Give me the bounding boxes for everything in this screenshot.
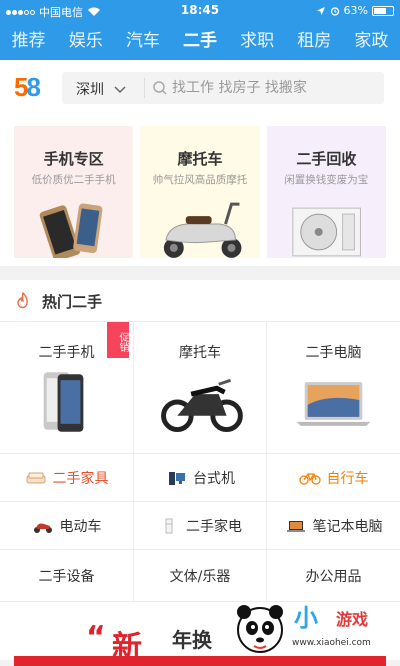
city-selector[interactable]: 深圳 bbox=[76, 79, 126, 99]
category-bicycle[interactable]: 自行车 bbox=[267, 454, 400, 502]
battery-percent: 63% bbox=[343, 4, 368, 17]
tab-cars[interactable]: 汽车 bbox=[122, 27, 164, 55]
tab-housekeeping[interactable]: 家政 bbox=[350, 27, 392, 55]
category-label: 二手家电 bbox=[186, 518, 242, 535]
category-label: 二手设备 bbox=[38, 568, 95, 585]
laptop-image bbox=[296, 382, 371, 426]
tab-recommend[interactable]: 推荐 bbox=[8, 27, 50, 55]
category-label: 办公用品 bbox=[305, 568, 362, 585]
category-label: 二手电脑 bbox=[305, 345, 362, 361]
category-sports-instruments[interactable]: 文体/乐器 bbox=[134, 550, 267, 602]
tab-rental[interactable]: 租房 bbox=[293, 27, 335, 55]
section-title: 热门二手 bbox=[42, 293, 103, 311]
status-right: 63% bbox=[316, 4, 394, 17]
fire-icon bbox=[17, 292, 28, 309]
tab-entertainment[interactable]: 娱乐 bbox=[65, 27, 107, 55]
fridge-icon bbox=[165, 518, 173, 533]
category-equipment[interactable]: 二手设备 bbox=[0, 550, 134, 602]
sofa-icon bbox=[26, 472, 45, 483]
promo-subtitle: 帅气拉风高品质摩托 bbox=[152, 174, 248, 186]
category-office-supplies[interactable]: 办公用品 bbox=[267, 550, 400, 602]
chevron-down-icon bbox=[114, 86, 126, 94]
promo-card-motorcycles[interactable]: 摩托车 帅气拉风高品质摩托 bbox=[140, 126, 260, 258]
watermark-url: www.xiaohei.com bbox=[292, 638, 371, 648]
promo-card-recycling[interactable]: 二手回收 闲置换钱变废为宝 bbox=[266, 126, 386, 258]
category-label: 摩托车 bbox=[179, 345, 221, 361]
status-bar: 中国电信 18:45 63% bbox=[0, 0, 400, 22]
motorcycle-image bbox=[161, 378, 243, 433]
category-notebook[interactable]: 笔记本电脑 bbox=[267, 502, 400, 550]
search-bar: 58 深圳 bbox=[0, 60, 400, 116]
promo-card-phones[interactable]: 手机专区 低价质优二手手机 bbox=[14, 126, 134, 258]
top-header: 中国电信 18:45 63% 推荐 娱乐 汽车 二手 求职 租房 家政 bbox=[0, 0, 400, 60]
battery-icon bbox=[372, 5, 394, 16]
category-label: 笔记本电脑 bbox=[312, 518, 383, 535]
search-input[interactable] bbox=[172, 76, 372, 100]
promo-badge: 促销 bbox=[107, 322, 129, 358]
bicycle-icon bbox=[298, 472, 321, 485]
panda-mascot-icon bbox=[237, 605, 283, 653]
category-tabs: 推荐 娱乐 汽车 二手 求职 租房 家政 bbox=[0, 26, 400, 56]
tab-jobs[interactable]: 求职 bbox=[236, 27, 278, 55]
watermark-brand-suffix: 游戏 bbox=[336, 610, 369, 629]
app-logo[interactable]: 58 bbox=[14, 72, 41, 103]
search-icon bbox=[153, 81, 167, 95]
city-label: 深圳 bbox=[76, 82, 104, 98]
category-label: 自行车 bbox=[326, 470, 369, 487]
section-header: 热门二手 bbox=[0, 280, 400, 322]
alarm-icon bbox=[330, 6, 339, 16]
watermark-brand: 小 bbox=[294, 604, 318, 632]
promo-title: 摩托车 bbox=[177, 150, 223, 168]
category-label: 台式机 bbox=[193, 470, 235, 487]
promo-subtitle: 低价质优二手手机 bbox=[31, 174, 116, 186]
scooter-image bbox=[164, 202, 242, 258]
desktop-icon bbox=[169, 471, 185, 485]
location-arrow-icon bbox=[316, 6, 325, 15]
category-furniture[interactable]: 二手家具 bbox=[0, 454, 134, 502]
notebook-icon bbox=[286, 520, 305, 532]
phone-image bbox=[39, 203, 103, 258]
tab-second-hand[interactable]: 二手 bbox=[179, 27, 221, 55]
air-conditioner-image bbox=[292, 207, 361, 257]
divider bbox=[144, 78, 145, 98]
promo-cards: 手机专区 低价质优二手手机 摩托车 帅气拉风高品质摩托 二手回收 闲置换钱变废为… bbox=[0, 116, 400, 266]
category-label: 文体/乐器 bbox=[169, 568, 231, 585]
category-second-hand-phones[interactable]: 二手手机 促销 bbox=[0, 322, 134, 454]
category-second-hand-computers[interactable]: 二手电脑 bbox=[267, 322, 400, 454]
iphone-image bbox=[43, 372, 84, 432]
promo-subtitle: 闲置换钱变废为宝 bbox=[284, 174, 369, 186]
site-watermark: 小 游戏 www.xiaohei.com bbox=[226, 596, 396, 660]
e-scooter-icon bbox=[33, 523, 52, 533]
search-box[interactable]: 深圳 bbox=[62, 72, 384, 104]
promo-title: 二手回收 bbox=[296, 150, 357, 168]
category-appliances[interactable]: 二手家电 bbox=[134, 502, 267, 550]
category-label: 电动车 bbox=[59, 518, 102, 535]
category-e-scooter[interactable]: 电动车 bbox=[0, 502, 134, 550]
promo-title: 手机专区 bbox=[43, 150, 104, 168]
banner-quote: “ bbox=[86, 620, 106, 655]
category-motorcycles[interactable]: 摩托车 bbox=[134, 322, 267, 454]
banner-subheadline: 年换 bbox=[172, 628, 212, 652]
category-desktop[interactable]: 台式机 bbox=[134, 454, 267, 502]
category-label: 二手家具 bbox=[52, 470, 109, 487]
